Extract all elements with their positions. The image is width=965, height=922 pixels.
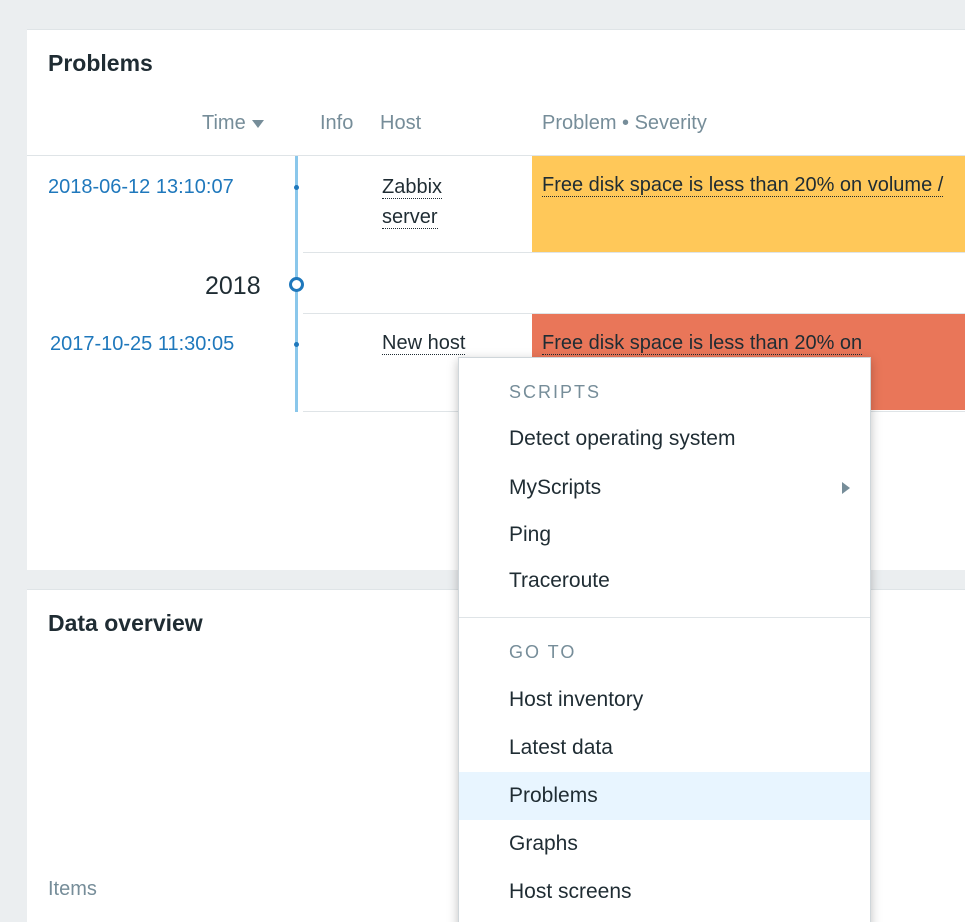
data-overview-title: Data overview xyxy=(48,610,203,636)
menu-item-myscripts-label: MyScripts xyxy=(509,476,602,499)
info-column-header: Info xyxy=(320,112,354,134)
items-label: Items xyxy=(48,878,97,900)
menu-item-myscripts[interactable]: MyScripts xyxy=(459,464,870,512)
menu-item-ping[interactable]: Ping xyxy=(459,511,870,559)
dashboard: Problems Time Info Host Problem • Severi… xyxy=(0,0,965,922)
problem-text-2: Free disk space is less than 20% on xyxy=(542,332,863,355)
menu-item-traceroute[interactable]: Traceroute xyxy=(459,557,870,605)
menu-item-host-inventory[interactable]: Host inventory xyxy=(459,676,870,724)
menu-item-graphs[interactable]: Graphs xyxy=(459,820,870,868)
problem-time-link-1[interactable]: 2018-06-12 13:10:07 xyxy=(48,176,234,199)
menu-item-detect-operating-system[interactable]: Detect operating system xyxy=(459,415,870,463)
problem-severity-column-header: Problem • Severity xyxy=(542,112,707,134)
menu-item-host-screens[interactable]: Host screens xyxy=(459,868,870,916)
menu-item-problems[interactable]: Problems xyxy=(459,772,870,820)
problems-widget-title: Problems xyxy=(48,50,153,76)
host-column-header: Host xyxy=(380,112,422,134)
scripts-section-header: SCRIPTS xyxy=(509,382,602,402)
host-name-1: Zabbix server xyxy=(382,176,443,229)
timeline-dot-icon xyxy=(294,185,299,190)
year-marker-label: 2018 xyxy=(205,272,261,300)
host-link-new-host[interactable]: New host xyxy=(382,328,492,358)
time-column-label: Time xyxy=(202,112,246,134)
menu-item-latest-data[interactable]: Latest data xyxy=(459,724,870,772)
goto-section-header: GO TO xyxy=(509,642,577,662)
year-marker-circle-icon xyxy=(289,277,304,292)
host-context-menu: SCRIPTS Detect operating system MyScript… xyxy=(458,357,871,922)
time-column-header[interactable]: Time xyxy=(202,112,264,135)
submenu-arrow-icon xyxy=(842,482,850,494)
row-divider xyxy=(303,252,965,253)
problem-time-link-2[interactable]: 2017-10-25 11:30:05 xyxy=(50,333,234,356)
menu-divider xyxy=(459,617,870,618)
problem-cell-1[interactable]: Free disk space is less than 20% on volu… xyxy=(532,156,965,252)
host-name-2: New host xyxy=(382,332,466,355)
host-link-zabbix-server[interactable]: Zabbix server xyxy=(382,172,492,232)
problem-text-1: Free disk space is less than 20% on volu… xyxy=(542,174,944,197)
sort-down-icon xyxy=(251,119,264,128)
timeline-dot-icon xyxy=(294,342,299,347)
